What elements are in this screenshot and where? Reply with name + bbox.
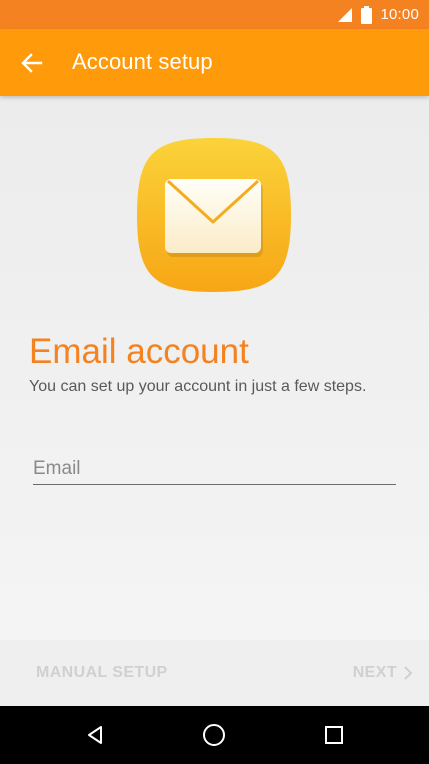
back-button[interactable] [14, 45, 50, 81]
navigation-bar [0, 706, 429, 764]
section-subtitle: You can set up your account in just a fe… [29, 378, 367, 395]
app-bar: Account setup [0, 29, 429, 96]
status-icons: 10:00 [337, 4, 419, 26]
signal-icon [338, 8, 353, 22]
main-content: Email account You can set up your accoun… [0, 96, 429, 640]
manual-setup-button[interactable]: MANUAL SETUP [36, 664, 168, 682]
bottom-actions: MANUAL SETUP NEXT [0, 640, 429, 706]
recents-square-icon [325, 726, 343, 744]
section-title: Email account [29, 332, 249, 371]
status-time: 10:00 [380, 6, 419, 23]
next-label: NEXT [352, 664, 397, 681]
arrow-back-icon [21, 53, 43, 73]
chevron-right-icon [404, 666, 413, 680]
mail-icon [137, 138, 291, 292]
nav-recents-button[interactable] [316, 717, 352, 753]
back-triangle-icon [88, 726, 102, 744]
home-circle-icon [203, 724, 225, 746]
nav-home-button[interactable] [196, 717, 232, 753]
battery-icon [361, 6, 373, 24]
page-title: Account setup [72, 49, 213, 74]
next-button[interactable]: NEXT [353, 664, 413, 682]
nav-back-button[interactable] [77, 717, 113, 753]
email-field[interactable] [33, 453, 396, 485]
status-bar: 10:00 [0, 0, 429, 29]
